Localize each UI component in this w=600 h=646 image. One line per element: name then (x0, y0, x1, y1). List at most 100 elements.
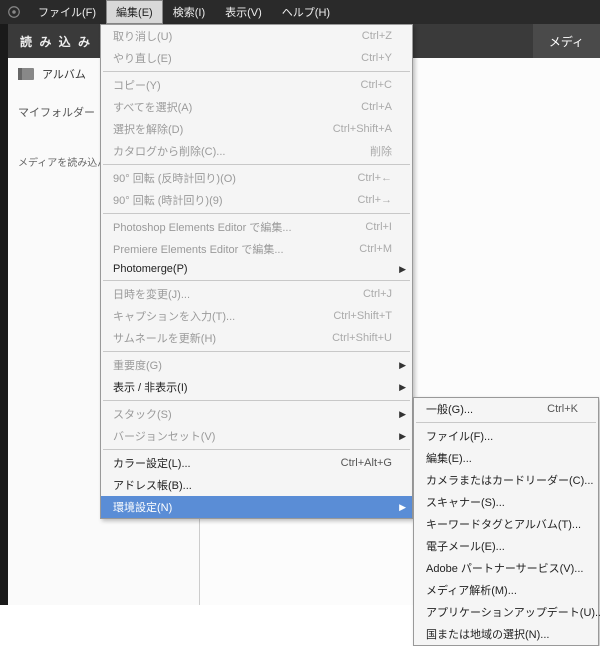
menu-shortcut: Ctrl+A (341, 101, 392, 113)
topmenu-item[interactable]: 編集(E) (106, 0, 163, 24)
menu-item-label: 日時を変更(J)... (113, 286, 190, 302)
menu-item: コピー(Y) Ctrl+C (101, 74, 412, 96)
import-label: 読 み 込 み (20, 33, 92, 50)
submenu-arrow-icon: ▶ (399, 264, 406, 275)
topmenu-item[interactable]: 検索(I) (163, 0, 215, 24)
menu-item[interactable]: ファイル(F)... (414, 425, 598, 447)
menu-separator (103, 280, 410, 281)
top-menubar: ファイル(F)編集(E)検索(I)表示(V)ヘルプ(H) (0, 0, 600, 24)
menu-item[interactable]: カメラまたはカードリーダー(C)... (414, 469, 598, 491)
menu-separator (103, 213, 410, 214)
menu-shortcut: Ctrl+K (527, 403, 578, 415)
menu-separator (103, 71, 410, 72)
menu-item: 90° 回転 (時計回り)(9) Ctrl+→ (101, 189, 412, 211)
media-tab[interactable]: メディ (533, 24, 600, 58)
menu-item[interactable]: 国または地域の選択(N)... (414, 623, 598, 645)
menu-shortcut: 削除 (350, 143, 392, 159)
menu-shortcut: Ctrl+Shift+A (313, 123, 392, 135)
menu-shortcut: Ctrl+M (339, 243, 392, 255)
menu-item: 重要度(G) ▶ (101, 354, 412, 376)
menu-shortcut: Ctrl+I (345, 221, 392, 233)
menu-item[interactable]: 環境設定(N) ▶ (101, 496, 412, 518)
menu-item: すべてを選択(A) Ctrl+A (101, 96, 412, 118)
menu-item[interactable]: メディア解析(M)... (414, 579, 598, 601)
topmenu-item[interactable]: ファイル(F) (28, 0, 106, 24)
menu-item-label: メディア解析(M)... (426, 582, 517, 598)
menu-item-label: 電子メール(E)... (426, 538, 505, 554)
menu-item[interactable]: アプリケーションアップデート(U)... (414, 601, 598, 623)
menu-shortcut: Ctrl+← (337, 172, 392, 184)
submenu-arrow-icon: ▶ (399, 382, 406, 393)
menu-item-label: アドレス帳(B)... (113, 477, 192, 493)
menu-item: Premiere Elements Editor で編集... Ctrl+M (101, 238, 412, 260)
menu-item-label: カラー設定(L)... (113, 455, 191, 471)
menu-separator (103, 351, 410, 352)
menu-shortcut: Ctrl+Shift+T (313, 310, 392, 322)
menu-item-label: 環境設定(N) (113, 499, 172, 515)
menu-item[interactable]: Adobe パートナーサービス(V)... (414, 557, 598, 579)
app-logo-icon (0, 0, 28, 24)
left-edge (0, 0, 8, 605)
menu-item: サムネールを更新(H) Ctrl+Shift+U (101, 327, 412, 349)
menu-item-label: コピー(Y) (113, 77, 161, 93)
topmenu-item[interactable]: 表示(V) (215, 0, 272, 24)
submenu-arrow-icon: ▶ (399, 502, 406, 513)
menu-item: 選択を解除(D) Ctrl+Shift+A (101, 118, 412, 140)
submenu-arrow-icon: ▶ (399, 431, 406, 442)
topmenu-item[interactable]: ヘルプ(H) (272, 0, 340, 24)
submenu-arrow-icon: ▶ (399, 409, 406, 420)
menu-item[interactable]: 電子メール(E)... (414, 535, 598, 557)
menu-item[interactable]: カラー設定(L)... Ctrl+Alt+G (101, 452, 412, 474)
menu-item[interactable]: 一般(G)... Ctrl+K (414, 398, 598, 420)
menu-item[interactable]: 表示 / 非表示(I) ▶ (101, 376, 412, 398)
menu-item[interactable]: 編集(E)... (414, 447, 598, 469)
menu-item: 日時を変更(J)... Ctrl+J (101, 283, 412, 305)
menu-item-label: 表示 / 非表示(I) (113, 379, 188, 395)
menu-item-label: バージョンセット(V) (113, 428, 215, 444)
menu-shortcut: Ctrl+Shift+U (312, 332, 392, 344)
menu-item-label: カタログから削除(C)... (113, 143, 225, 159)
menu-item: カタログから削除(C)... 削除 (101, 140, 412, 162)
menu-item-label: キャプションを入力(T)... (113, 308, 235, 324)
menu-item: 90° 回転 (反時計回り)(O) Ctrl+← (101, 167, 412, 189)
menu-shortcut: Ctrl+J (343, 288, 392, 300)
menu-item: キャプションを入力(T)... Ctrl+Shift+T (101, 305, 412, 327)
menu-shortcut: Ctrl+C (341, 79, 392, 91)
menu-item-label: カメラまたはカードリーダー(C)... (426, 472, 593, 488)
menu-item-label: 一般(G)... (426, 401, 473, 417)
menu-item-label: スタック(S) (113, 406, 172, 422)
edit-menu-dropdown: 取り消し(U)Ctrl+Zやり直し(E)Ctrl+Yコピー(Y)Ctrl+Cすべ… (100, 24, 413, 519)
menu-item-label: Photoshop Elements Editor で編集... (113, 219, 292, 235)
menu-shortcut: Ctrl+Y (341, 52, 392, 64)
menu-item-label: スキャナー(S)... (426, 494, 505, 510)
menu-shortcut: Ctrl+→ (337, 194, 392, 206)
menu-item-label: 選択を解除(D) (113, 121, 183, 137)
menu-item-label: すべてを選択(A) (113, 99, 192, 115)
album-icon (18, 68, 34, 80)
menu-item[interactable]: キーワードタグとアルバム(T)... (414, 513, 598, 535)
menu-item[interactable]: アドレス帳(B)... (101, 474, 412, 496)
menu-shortcut: Ctrl+Alt+G (321, 457, 392, 469)
menu-separator (103, 164, 410, 165)
preferences-submenu: 一般(G)... Ctrl+K ファイル(F)...編集(E)... カメラまたはカー… (413, 397, 599, 646)
menu-item-label: Photomerge(P) (113, 263, 188, 275)
menu-item-label: 90° 回転 (時計回り)(9) (113, 192, 223, 208)
menu-item: バージョンセット(V) ▶ (101, 425, 412, 447)
menu-item-label: 国または地域の選択(N)... (426, 626, 549, 642)
menu-item-label: キーワードタグとアルバム(T)... (426, 516, 581, 532)
menu-item: 取り消し(U) Ctrl+Z (101, 25, 412, 47)
menu-shortcut: Ctrl+Z (342, 30, 392, 42)
menu-item-label: 重要度(G) (113, 357, 162, 373)
submenu-arrow-icon: ▶ (399, 360, 406, 371)
menu-item-label: Adobe パートナーサービス(V)... (426, 560, 583, 576)
menu-item: Photoshop Elements Editor で編集... Ctrl+I (101, 216, 412, 238)
menu-item-label: 取り消し(U) (113, 28, 172, 44)
menu-item[interactable]: Photomerge(P) ▶ (101, 260, 412, 278)
menu-separator (416, 422, 596, 423)
menu-item-label: 90° 回転 (反時計回り)(O) (113, 170, 236, 186)
menu-item-label: サムネールを更新(H) (113, 330, 216, 346)
menu-item: スタック(S) ▶ (101, 403, 412, 425)
menu-item-label: Premiere Elements Editor で編集... (113, 241, 284, 257)
menu-item-label: アプリケーションアップデート(U)... (426, 604, 600, 620)
menu-item[interactable]: スキャナー(S)... (414, 491, 598, 513)
